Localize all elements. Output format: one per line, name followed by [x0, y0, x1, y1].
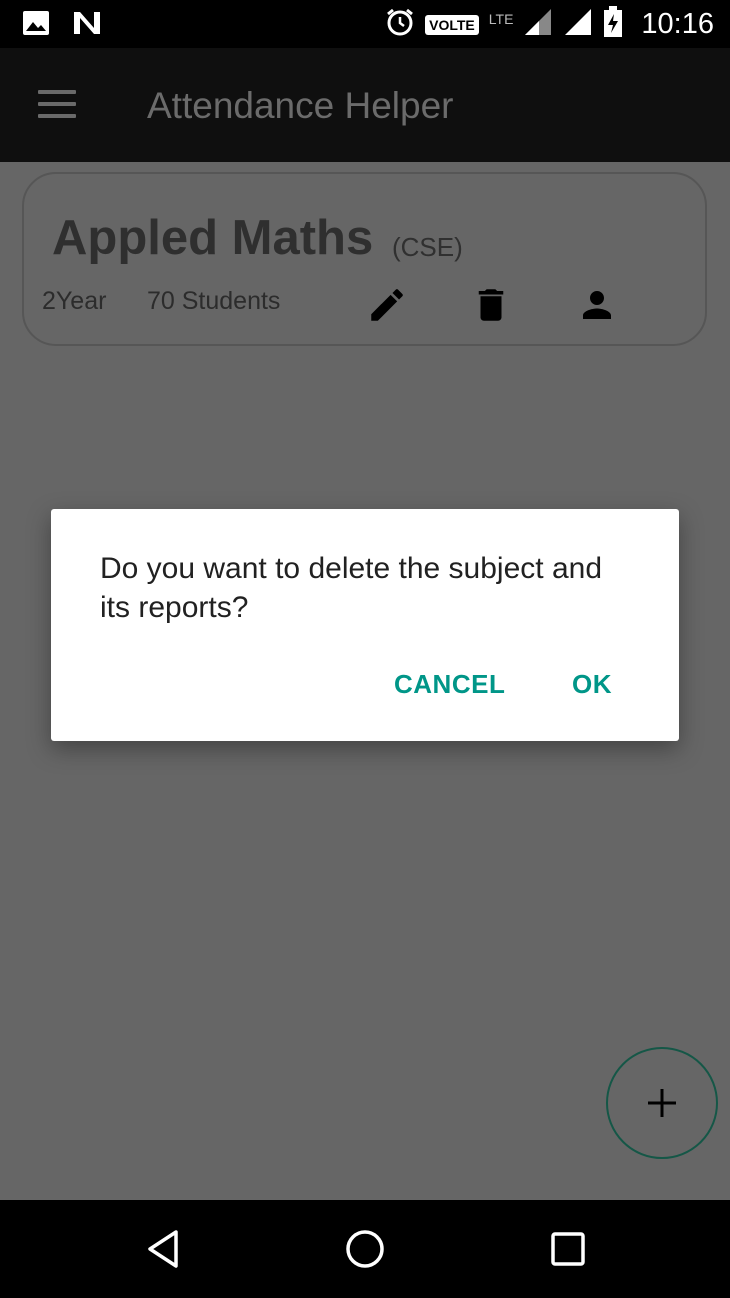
ok-button[interactable]: OK	[572, 669, 612, 700]
navigation-bar	[0, 1200, 730, 1298]
app-title: Attendance Helper	[147, 85, 454, 126]
cancel-button[interactable]: CANCEL	[394, 669, 505, 700]
dialog-message: Do you want to delete the subject and it…	[100, 552, 603, 624]
volte-badge: VOLTE	[425, 14, 479, 35]
app-bar: Attendance Helper	[0, 48, 730, 162]
n-notification-icon	[72, 10, 102, 41]
plus-icon	[648, 1089, 676, 1117]
status-time: 10:16	[641, 8, 714, 40]
status-bar: VOLTE LTE 10:16	[0, 0, 730, 48]
recents-icon[interactable]	[546, 1227, 590, 1271]
menu-icon[interactable]	[38, 90, 76, 120]
home-icon[interactable]	[343, 1227, 387, 1271]
subject-department: (CSE)	[392, 232, 463, 262]
signal-icon	[563, 7, 593, 42]
lte-label: LTE	[488, 10, 514, 27]
subject-students: 70 Students	[147, 287, 281, 315]
subject-year: 2Year	[42, 287, 107, 315]
battery-charging-icon	[603, 6, 623, 43]
alarm-icon	[385, 7, 415, 42]
person-icon[interactable]	[576, 284, 618, 326]
edit-icon[interactable]	[366, 284, 408, 326]
delete-icon[interactable]	[470, 284, 512, 326]
signal-icon	[523, 7, 553, 42]
subject-card[interactable]: Appled Maths (CSE) 2Year 70 Students	[22, 172, 707, 346]
image-icon	[22, 10, 50, 41]
subject-name: Appled Maths	[52, 211, 374, 265]
delete-confirm-dialog: Do you want to delete the subject and it…	[51, 509, 679, 741]
add-subject-button[interactable]	[606, 1047, 718, 1159]
back-icon[interactable]	[142, 1227, 186, 1271]
